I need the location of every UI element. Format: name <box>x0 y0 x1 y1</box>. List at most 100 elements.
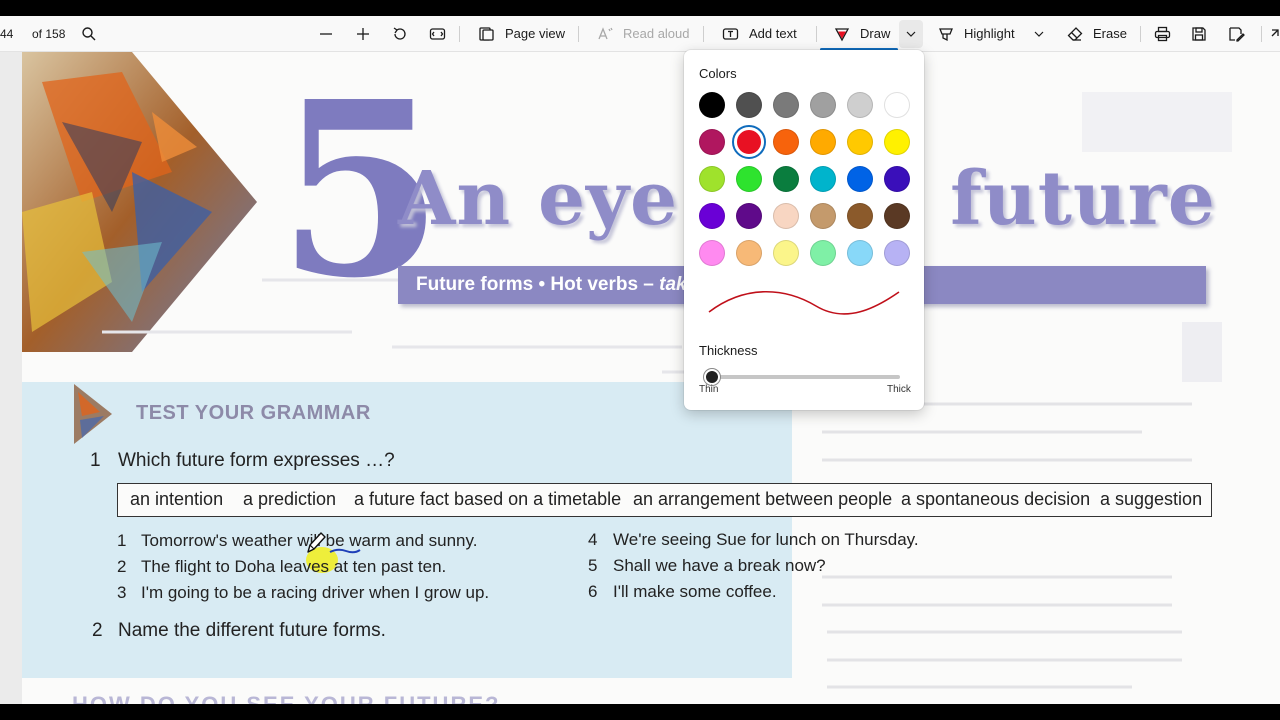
toolbar-divider <box>703 26 704 42</box>
draw-button[interactable]: Draw <box>834 16 890 51</box>
color-swatch[interactable] <box>884 240 910 266</box>
color-swatch[interactable] <box>884 129 910 155</box>
color-swatch[interactable] <box>732 125 766 159</box>
color-swatch[interactable] <box>773 92 799 118</box>
future-form-terms-box: an intention a prediction a future fact … <box>117 483 1212 517</box>
erase-button[interactable]: Erase <box>1067 16 1127 51</box>
chevron-down-icon <box>1034 31 1044 37</box>
expand-icon <box>1271 28 1279 36</box>
question-number: 2 <box>92 620 103 641</box>
chapter-title-right: future <box>950 156 1216 242</box>
highlight-options-button[interactable] <box>1034 16 1044 51</box>
section-arrow-icon <box>74 384 112 444</box>
color-swatch[interactable] <box>847 203 873 229</box>
minus-icon <box>320 32 332 35</box>
pen-cursor-icon <box>307 532 326 553</box>
document-viewport[interactable]: 5 An eye t future Future forms • Hot verb… <box>0 52 1280 704</box>
print-button[interactable] <box>1154 16 1171 51</box>
fit-width-button[interactable] <box>429 16 446 51</box>
term-item: an intention <box>130 489 224 509</box>
toolbar-divider <box>578 26 579 42</box>
item-number: 3 <box>117 583 127 602</box>
eraser-icon <box>1067 26 1083 41</box>
stroke-preview <box>708 290 900 315</box>
item-sentence: I'll make some coffee. <box>613 582 777 601</box>
term-item: a suggestion <box>1100 489 1203 509</box>
page-view-button[interactable]: Page view <box>478 16 565 51</box>
color-swatch[interactable] <box>699 166 725 192</box>
color-swatch[interactable] <box>736 92 762 118</box>
thickness-slider-thumb[interactable] <box>703 369 720 385</box>
current-page: 44 <box>0 26 14 41</box>
taskbar-strip <box>0 704 1280 720</box>
color-swatch[interactable] <box>773 203 799 229</box>
color-swatch[interactable] <box>699 240 725 266</box>
draw-icon <box>834 27 850 41</box>
term-item: a future fact based on a timetable <box>354 489 622 509</box>
item-sentence: I'm going to be a racing driver when I g… <box>141 583 490 602</box>
add-text-label: Add text <box>749 26 797 41</box>
color-swatch[interactable] <box>810 203 836 229</box>
item-number: 2 <box>117 557 127 576</box>
item-number: 6 <box>588 582 598 601</box>
add-text-icon <box>722 27 739 40</box>
save-as-button[interactable] <box>1228 16 1245 51</box>
thin-label: Thin <box>699 384 719 395</box>
plus-icon <box>357 27 369 40</box>
color-swatch[interactable] <box>699 129 725 155</box>
color-swatch[interactable] <box>810 166 836 192</box>
section-heading: TEST YOUR GRAMMAR <box>136 402 371 424</box>
color-swatch[interactable] <box>884 166 910 192</box>
zoom-in-button[interactable] <box>355 16 371 51</box>
page-view-label: Page view <box>505 26 565 41</box>
blue-ink-annotation <box>329 548 361 554</box>
page-view-icon <box>479 26 494 41</box>
color-swatch[interactable] <box>736 240 762 266</box>
read-aloud-icon <box>598 26 613 39</box>
item-sentence: The flight to Doha leaves at ten past te… <box>141 557 447 576</box>
term-item: a spontaneous decision <box>901 489 1091 509</box>
term-item: a prediction <box>243 489 337 509</box>
item-sentence: We're seeing Sue for lunch on Thursday. <box>613 530 919 549</box>
color-swatch[interactable] <box>884 203 910 229</box>
thick-label: Thick <box>887 384 911 395</box>
color-swatch[interactable] <box>847 240 873 266</box>
draw-options-button[interactable] <box>899 20 923 48</box>
question-text: Name the different future forms. <box>118 620 386 641</box>
color-swatch[interactable] <box>810 129 836 155</box>
title-bar-strip <box>0 0 1280 16</box>
rotate-button[interactable] <box>392 16 408 51</box>
zoom-out-button[interactable] <box>318 16 334 51</box>
search-icon <box>82 26 96 40</box>
color-swatch[interactable] <box>847 129 873 155</box>
color-swatch[interactable] <box>736 203 762 229</box>
highlight-button[interactable]: Highlight <box>938 16 1015 51</box>
page-number-input[interactable]: 44 <box>0 16 13 51</box>
add-text-button[interactable]: Add text <box>722 16 797 51</box>
expand-button[interactable] <box>1270 16 1280 51</box>
thickness-slider-track[interactable] <box>706 375 900 379</box>
colors-label: Colors <box>699 66 737 81</box>
color-swatch[interactable] <box>810 240 836 266</box>
color-swatch[interactable] <box>810 92 836 118</box>
color-swatch[interactable] <box>847 166 873 192</box>
highlight-label: Highlight <box>964 26 1015 41</box>
read-aloud-button[interactable]: Read aloud <box>597 16 690 51</box>
item-number: 4 <box>588 530 598 549</box>
fit-width-icon <box>429 27 446 40</box>
color-swatch[interactable] <box>773 240 799 266</box>
color-swatch[interactable] <box>699 92 725 118</box>
color-swatch[interactable] <box>736 166 762 192</box>
save-button[interactable] <box>1191 16 1207 51</box>
color-swatch[interactable] <box>847 92 873 118</box>
rotate-icon <box>393 26 406 40</box>
term-item: an arrangement between people <box>633 489 893 509</box>
color-swatch[interactable] <box>773 166 799 192</box>
next-section-heading: HOW DO YOU SEE YOUR FUTURE? <box>72 692 500 704</box>
color-swatch[interactable] <box>773 129 799 155</box>
color-swatch[interactable] <box>884 92 910 118</box>
color-swatch[interactable] <box>699 203 725 229</box>
search-button[interactable] <box>81 16 97 51</box>
item-sentence: Shall we have a break now? <box>613 556 826 575</box>
pdf-toolbar: 44 of 158 Page view Read aloud Add text … <box>0 16 1280 52</box>
